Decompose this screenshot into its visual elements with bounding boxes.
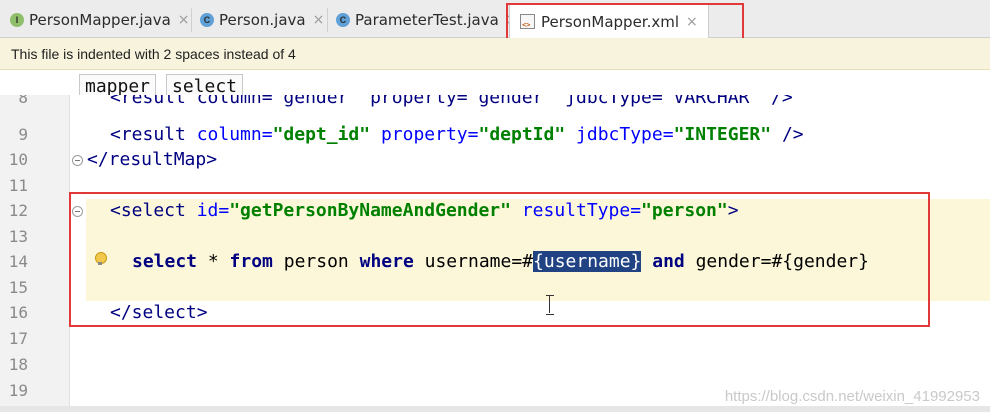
sql-text: username=: [413, 251, 523, 272]
tab-label: Person.java: [219, 11, 306, 29]
tab-divider: [327, 8, 328, 32]
tab-divider: [191, 8, 192, 32]
tab-person-java[interactable]: C Person.java ×: [200, 6, 324, 34]
code-line-15: 15: [0, 276, 990, 302]
sql-text: gender=#{gender}: [684, 251, 869, 272]
close-icon[interactable]: ×: [686, 14, 698, 30]
xml-tag: >: [727, 200, 739, 221]
sql-keyword: from: [229, 251, 273, 272]
xml-attr: column=: [196, 124, 273, 145]
line-number: 17: [8, 329, 28, 348]
selected-text: {username}: [533, 251, 642, 272]
tab-personmapper-java[interactable]: I PersonMapper.java ×: [10, 6, 190, 34]
code-text: <select id="getPersonByNameAndGender" re…: [110, 200, 739, 221]
text-cursor-icon: [546, 295, 554, 315]
sql-keyword: select: [132, 251, 198, 272]
sql-text: person: [272, 251, 360, 272]
xml-value: "person": [641, 200, 728, 221]
code-line-9: 9 <result column="dept_id" property="dep…: [0, 123, 990, 149]
line-number: 15: [8, 278, 28, 297]
xml-value: "getPersonByNameAndGender": [229, 200, 511, 221]
tab-label: ParameterTest.java: [355, 11, 499, 29]
code-text: <result column="gender" property="gender…: [110, 95, 793, 108]
xml-attr: resultType=: [510, 200, 642, 221]
line-number: 8: [18, 95, 28, 107]
code-line-11: 11: [0, 174, 990, 200]
code-text: select * from person where username=#{us…: [132, 251, 869, 272]
code-text: </resultMap>: [87, 149, 218, 170]
xml-tag: <result: [110, 124, 197, 145]
interface-icon: I: [10, 13, 24, 27]
code-line-13: 13: [0, 225, 990, 251]
horizontal-scrollbar[interactable]: [0, 406, 990, 412]
code-line-10: 10 </resultMap>: [0, 148, 990, 174]
class-icon: C: [200, 13, 214, 27]
line-number: 18: [8, 355, 28, 374]
line-number: 10: [8, 150, 28, 169]
sql-text: *: [197, 251, 230, 272]
line-number: 9: [18, 125, 28, 144]
code-line-16: 16 </select>: [0, 301, 990, 327]
xml-tag: <select: [110, 200, 197, 221]
tab-label: PersonMapper.java: [29, 11, 171, 29]
test-class-icon: C: [336, 13, 350, 27]
sql-keyword: and: [652, 251, 685, 272]
editor-tab-bar: I PersonMapper.java × C Person.java × C …: [0, 0, 990, 38]
code-editor[interactable]: 8 <result column="gender" property="gend…: [0, 95, 990, 412]
xml-value: "dept_id": [272, 124, 371, 145]
xml-attr: property=: [370, 124, 479, 145]
tab-personmapper-xml[interactable]: PersonMapper.xml ×: [509, 5, 709, 38]
tab-label: PersonMapper.xml: [541, 12, 680, 31]
indent-notification-banner: This file is indented with 2 spaces inst…: [0, 38, 990, 70]
xml-value: "deptId": [478, 124, 566, 145]
line-number: 14: [8, 252, 28, 271]
close-icon[interactable]: ×: [313, 12, 325, 28]
code-line-18: 18: [0, 353, 990, 379]
watermark: https://blog.csdn.net/weixin_41992953: [724, 388, 980, 405]
line-number: 13: [8, 227, 28, 246]
code-line-12: 12 <select id="getPersonByNameAndGender"…: [0, 199, 990, 225]
xml-attr: id=: [196, 200, 230, 221]
xml-file-icon: [520, 14, 535, 29]
line-number: 16: [8, 303, 28, 322]
fold-marker-icon[interactable]: [72, 155, 83, 166]
lightbulb-icon[interactable]: [94, 252, 107, 266]
code-text: </select>: [110, 302, 208, 323]
close-icon[interactable]: ×: [178, 12, 190, 28]
sql-keyword: where: [359, 251, 414, 272]
xml-attr: jdbcType=: [565, 124, 674, 145]
line-number: 12: [8, 201, 28, 220]
line-number: 11: [8, 176, 28, 195]
sql-text: #: [522, 251, 534, 272]
line-number: 19: [8, 381, 28, 400]
xml-tag: />: [771, 124, 804, 145]
fold-marker-icon[interactable]: [72, 206, 83, 217]
code-line-14: 14 select * from person where username=#…: [0, 250, 990, 276]
code-line-17: 17: [0, 327, 990, 353]
code-line-8: 8 <result column="gender" property="gend…: [0, 95, 990, 112]
tab-parametertest-java[interactable]: C ParameterTest.java ×: [336, 6, 518, 34]
xml-value: "INTEGER": [673, 124, 772, 145]
code-text: <result column="dept_id" property="deptI…: [110, 124, 804, 145]
